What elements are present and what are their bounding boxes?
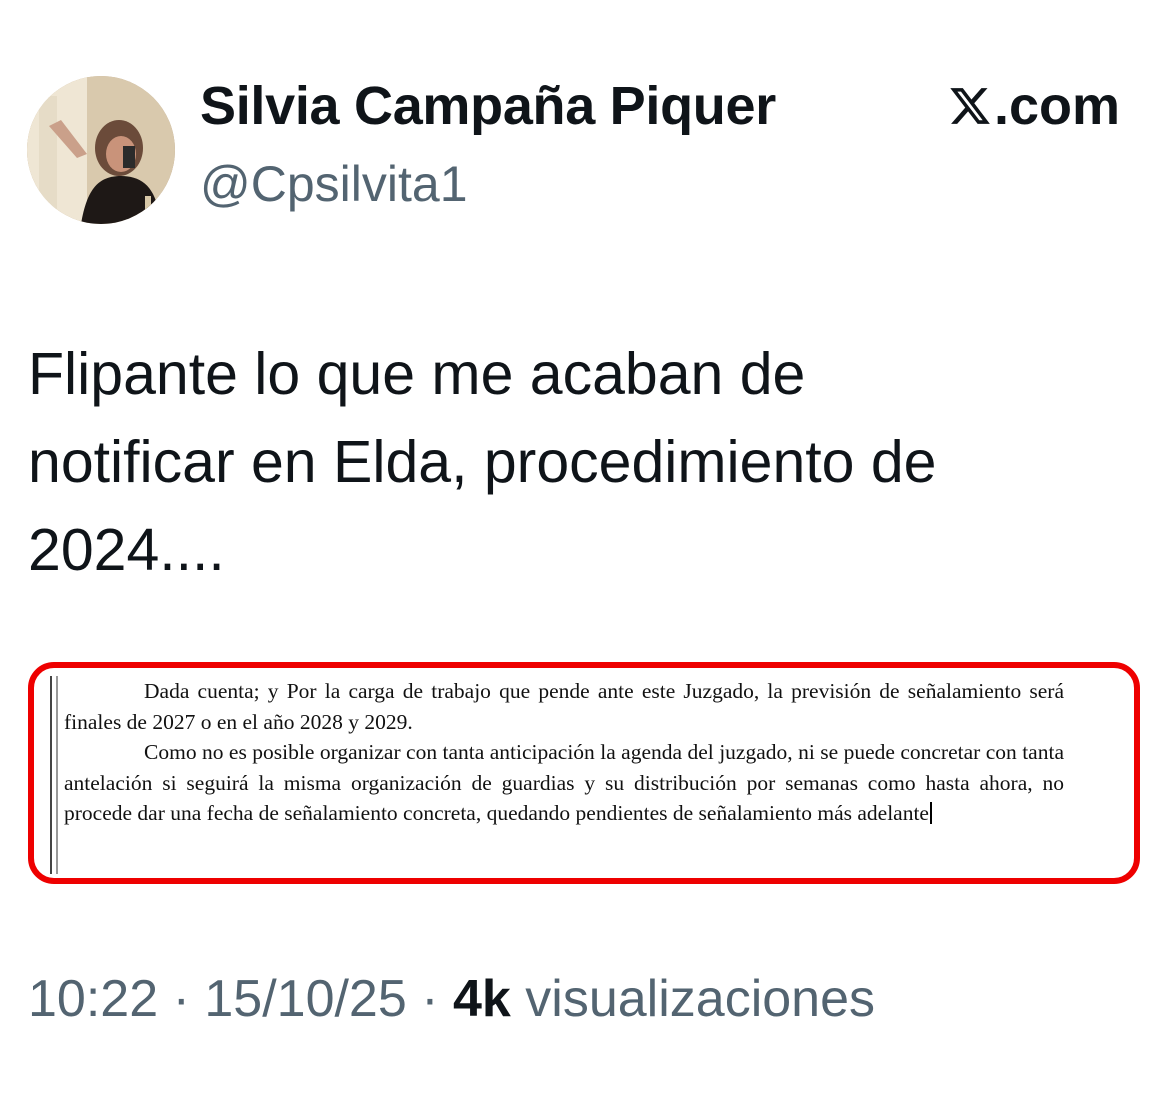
- document-margin-line: [50, 676, 58, 874]
- author-display-name[interactable]: Silvia Campaña Piquer: [200, 74, 776, 138]
- document-excerpt: Dada cuenta; y Por la carga de trabajo q…: [64, 676, 1064, 829]
- meta-separator: ·: [158, 970, 205, 1028]
- document-paragraph-2-text: Como no es posible organizar con tanta a…: [64, 740, 1064, 825]
- views-count[interactable]: 4k: [453, 970, 511, 1028]
- document-paragraph-2: Como no es posible organizar con tanta a…: [64, 737, 1064, 829]
- text-cursor: [929, 802, 932, 824]
- author-handle[interactable]: @Cpsilvita1: [200, 154, 468, 214]
- meta-separator: ·: [406, 970, 453, 1028]
- avatar-photo: [27, 76, 175, 224]
- tweet-time[interactable]: 10:22: [28, 970, 158, 1028]
- document-paragraph-1: Dada cuenta; y Por la carga de trabajo q…: [64, 679, 1064, 734]
- tweet-text: Flipante lo que me acaban de notificar e…: [28, 341, 937, 583]
- x-logo-icon: [948, 84, 992, 128]
- tweet-date[interactable]: 15/10/25: [204, 970, 406, 1028]
- brand-domain-text: .com: [993, 76, 1120, 136]
- views-label: visualizaciones: [510, 970, 876, 1028]
- avatar[interactable]: [27, 76, 175, 224]
- x-brand: .com: [948, 74, 1120, 138]
- tweet-meta: 10:22 · 15/10/25 · 4k visualizaciones: [28, 966, 875, 1032]
- attached-image[interactable]: Dada cuenta; y Por la carga de trabajo q…: [28, 662, 1140, 884]
